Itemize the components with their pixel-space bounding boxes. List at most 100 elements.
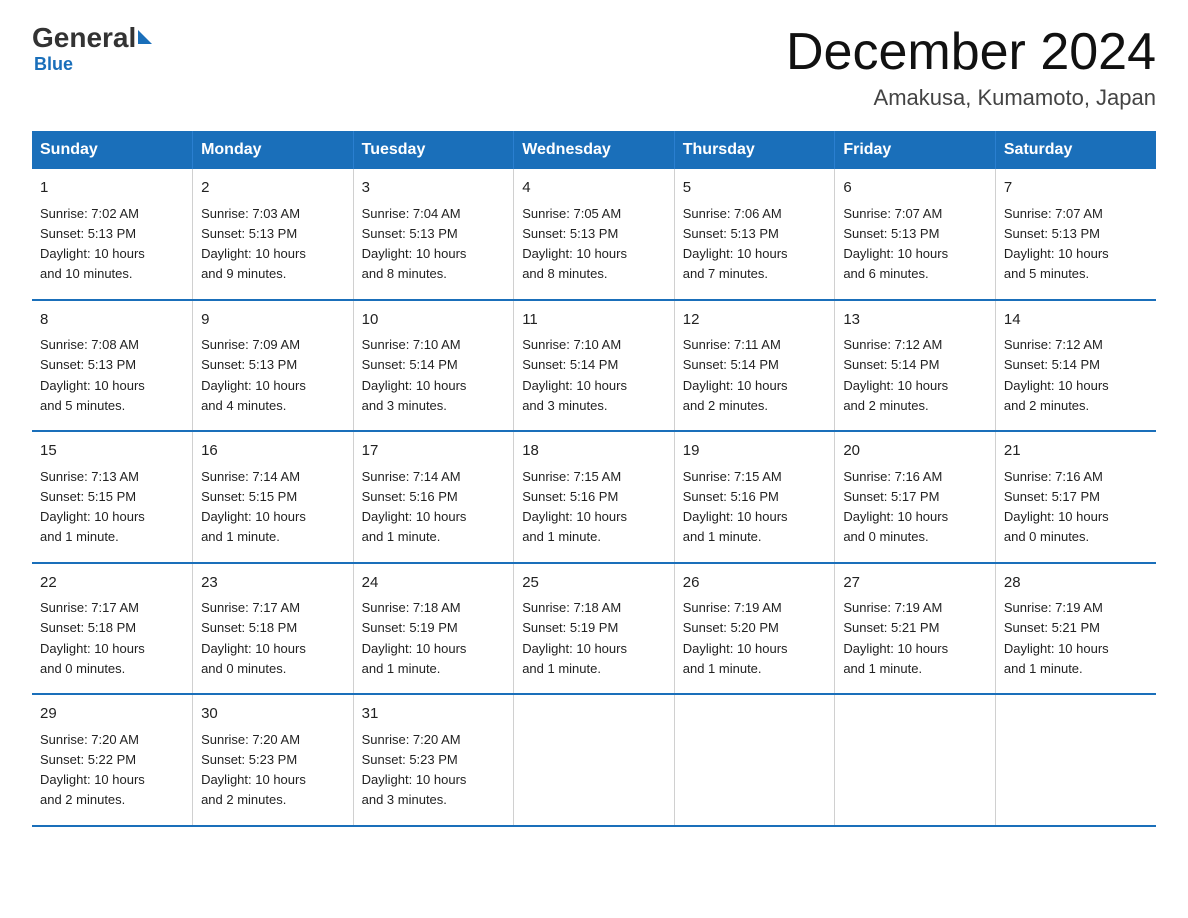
header-thursday: Thursday <box>674 131 835 169</box>
day-info: Sunrise: 7:10 AMSunset: 5:14 PMDaylight:… <box>522 337 627 413</box>
day-number: 13 <box>843 309 987 332</box>
day-cell: 15 Sunrise: 7:13 AMSunset: 5:15 PMDaylig… <box>32 431 193 563</box>
day-number: 5 <box>683 177 827 200</box>
day-number: 2 <box>201 177 345 200</box>
day-cell: 1 Sunrise: 7:02 AMSunset: 5:13 PMDayligh… <box>32 169 193 300</box>
day-cell <box>514 694 675 826</box>
header-row: SundayMondayTuesdayWednesdayThursdayFrid… <box>32 131 1156 169</box>
day-cell: 21 Sunrise: 7:16 AMSunset: 5:17 PMDaylig… <box>995 431 1156 563</box>
day-cell: 9 Sunrise: 7:09 AMSunset: 5:13 PMDayligh… <box>193 300 354 432</box>
day-number: 23 <box>201 572 345 595</box>
calendar-location: Amakusa, Kumamoto, Japan <box>786 85 1156 111</box>
day-cell: 18 Sunrise: 7:15 AMSunset: 5:16 PMDaylig… <box>514 431 675 563</box>
header-sunday: Sunday <box>32 131 193 169</box>
header-tuesday: Tuesday <box>353 131 514 169</box>
day-number: 27 <box>843 572 987 595</box>
day-number: 21 <box>1004 440 1148 463</box>
day-cell: 13 Sunrise: 7:12 AMSunset: 5:14 PMDaylig… <box>835 300 996 432</box>
day-cell: 19 Sunrise: 7:15 AMSunset: 5:16 PMDaylig… <box>674 431 835 563</box>
day-cell: 24 Sunrise: 7:18 AMSunset: 5:19 PMDaylig… <box>353 563 514 695</box>
day-info: Sunrise: 7:12 AMSunset: 5:14 PMDaylight:… <box>843 337 948 413</box>
week-row-5: 29 Sunrise: 7:20 AMSunset: 5:22 PMDaylig… <box>32 694 1156 826</box>
day-info: Sunrise: 7:19 AMSunset: 5:21 PMDaylight:… <box>1004 600 1109 676</box>
day-info: Sunrise: 7:08 AMSunset: 5:13 PMDaylight:… <box>40 337 145 413</box>
day-number: 11 <box>522 309 666 332</box>
day-number: 26 <box>683 572 827 595</box>
day-number: 15 <box>40 440 184 463</box>
day-cell: 3 Sunrise: 7:04 AMSunset: 5:13 PMDayligh… <box>353 169 514 300</box>
day-info: Sunrise: 7:13 AMSunset: 5:15 PMDaylight:… <box>40 469 145 545</box>
day-info: Sunrise: 7:16 AMSunset: 5:17 PMDaylight:… <box>843 469 948 545</box>
logo: General Blue <box>32 24 152 75</box>
day-number: 31 <box>362 703 506 726</box>
day-info: Sunrise: 7:03 AMSunset: 5:13 PMDaylight:… <box>201 206 306 282</box>
day-number: 30 <box>201 703 345 726</box>
day-info: Sunrise: 7:18 AMSunset: 5:19 PMDaylight:… <box>522 600 627 676</box>
day-cell: 20 Sunrise: 7:16 AMSunset: 5:17 PMDaylig… <box>835 431 996 563</box>
day-cell <box>835 694 996 826</box>
day-cell: 16 Sunrise: 7:14 AMSunset: 5:15 PMDaylig… <box>193 431 354 563</box>
day-number: 12 <box>683 309 827 332</box>
day-info: Sunrise: 7:11 AMSunset: 5:14 PMDaylight:… <box>683 337 788 413</box>
day-number: 3 <box>362 177 506 200</box>
day-cell: 28 Sunrise: 7:19 AMSunset: 5:21 PMDaylig… <box>995 563 1156 695</box>
day-cell: 8 Sunrise: 7:08 AMSunset: 5:13 PMDayligh… <box>32 300 193 432</box>
day-cell: 22 Sunrise: 7:17 AMSunset: 5:18 PMDaylig… <box>32 563 193 695</box>
day-cell: 2 Sunrise: 7:03 AMSunset: 5:13 PMDayligh… <box>193 169 354 300</box>
header-wednesday: Wednesday <box>514 131 675 169</box>
day-cell <box>995 694 1156 826</box>
day-info: Sunrise: 7:02 AMSunset: 5:13 PMDaylight:… <box>40 206 145 282</box>
day-number: 6 <box>843 177 987 200</box>
day-number: 22 <box>40 572 184 595</box>
day-number: 8 <box>40 309 184 332</box>
day-info: Sunrise: 7:20 AMSunset: 5:23 PMDaylight:… <box>362 732 467 808</box>
day-info: Sunrise: 7:18 AMSunset: 5:19 PMDaylight:… <box>362 600 467 676</box>
week-row-1: 1 Sunrise: 7:02 AMSunset: 5:13 PMDayligh… <box>32 169 1156 300</box>
day-number: 4 <box>522 177 666 200</box>
day-number: 10 <box>362 309 506 332</box>
logo-general-text: General <box>32 24 136 52</box>
day-info: Sunrise: 7:20 AMSunset: 5:22 PMDaylight:… <box>40 732 145 808</box>
day-number: 18 <box>522 440 666 463</box>
day-number: 14 <box>1004 309 1148 332</box>
calendar-title: December 2024 <box>786 24 1156 81</box>
day-info: Sunrise: 7:09 AMSunset: 5:13 PMDaylight:… <box>201 337 306 413</box>
header-saturday: Saturday <box>995 131 1156 169</box>
day-number: 7 <box>1004 177 1148 200</box>
day-number: 25 <box>522 572 666 595</box>
day-cell: 12 Sunrise: 7:11 AMSunset: 5:14 PMDaylig… <box>674 300 835 432</box>
header-friday: Friday <box>835 131 996 169</box>
day-number: 17 <box>362 440 506 463</box>
day-number: 24 <box>362 572 506 595</box>
day-cell: 6 Sunrise: 7:07 AMSunset: 5:13 PMDayligh… <box>835 169 996 300</box>
day-cell: 23 Sunrise: 7:17 AMSunset: 5:18 PMDaylig… <box>193 563 354 695</box>
day-cell <box>674 694 835 826</box>
day-cell: 30 Sunrise: 7:20 AMSunset: 5:23 PMDaylig… <box>193 694 354 826</box>
page-header: General Blue December 2024 Amakusa, Kuma… <box>32 24 1156 111</box>
day-cell: 25 Sunrise: 7:18 AMSunset: 5:19 PMDaylig… <box>514 563 675 695</box>
day-info: Sunrise: 7:19 AMSunset: 5:20 PMDaylight:… <box>683 600 788 676</box>
day-info: Sunrise: 7:20 AMSunset: 5:23 PMDaylight:… <box>201 732 306 808</box>
day-number: 1 <box>40 177 184 200</box>
day-cell: 26 Sunrise: 7:19 AMSunset: 5:20 PMDaylig… <box>674 563 835 695</box>
day-number: 28 <box>1004 572 1148 595</box>
day-info: Sunrise: 7:17 AMSunset: 5:18 PMDaylight:… <box>40 600 145 676</box>
day-cell: 5 Sunrise: 7:06 AMSunset: 5:13 PMDayligh… <box>674 169 835 300</box>
day-cell: 17 Sunrise: 7:14 AMSunset: 5:16 PMDaylig… <box>353 431 514 563</box>
day-info: Sunrise: 7:10 AMSunset: 5:14 PMDaylight:… <box>362 337 467 413</box>
day-number: 9 <box>201 309 345 332</box>
day-cell: 27 Sunrise: 7:19 AMSunset: 5:21 PMDaylig… <box>835 563 996 695</box>
header-monday: Monday <box>193 131 354 169</box>
day-info: Sunrise: 7:15 AMSunset: 5:16 PMDaylight:… <box>683 469 788 545</box>
day-cell: 29 Sunrise: 7:20 AMSunset: 5:22 PMDaylig… <box>32 694 193 826</box>
day-number: 19 <box>683 440 827 463</box>
day-cell: 11 Sunrise: 7:10 AMSunset: 5:14 PMDaylig… <box>514 300 675 432</box>
day-info: Sunrise: 7:19 AMSunset: 5:21 PMDaylight:… <box>843 600 948 676</box>
day-info: Sunrise: 7:14 AMSunset: 5:16 PMDaylight:… <box>362 469 467 545</box>
day-info: Sunrise: 7:06 AMSunset: 5:13 PMDaylight:… <box>683 206 788 282</box>
day-cell: 14 Sunrise: 7:12 AMSunset: 5:14 PMDaylig… <box>995 300 1156 432</box>
day-info: Sunrise: 7:15 AMSunset: 5:16 PMDaylight:… <box>522 469 627 545</box>
day-info: Sunrise: 7:17 AMSunset: 5:18 PMDaylight:… <box>201 600 306 676</box>
day-cell: 10 Sunrise: 7:10 AMSunset: 5:14 PMDaylig… <box>353 300 514 432</box>
day-info: Sunrise: 7:07 AMSunset: 5:13 PMDaylight:… <box>1004 206 1109 282</box>
